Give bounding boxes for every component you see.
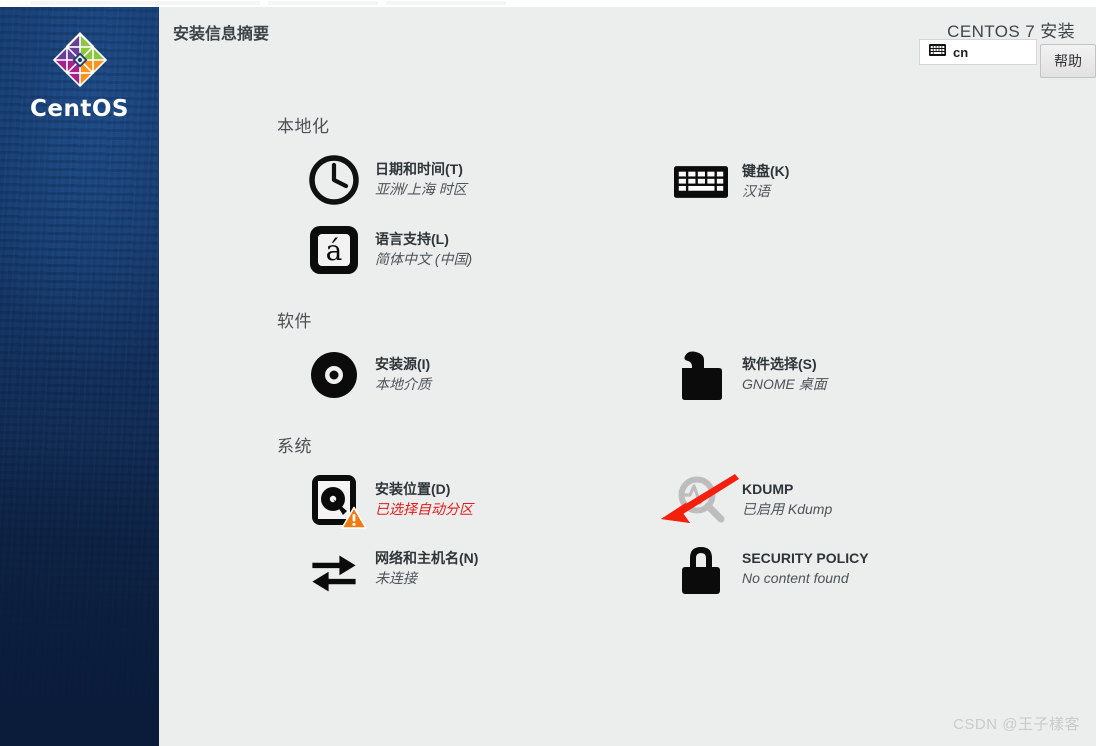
section-title-software: 软件 [277, 312, 312, 331]
page-title: 安装信息摘要 [173, 26, 270, 43]
spoke-text: 键盘(K) 汉语 [742, 155, 789, 202]
spoke-status: 汉语 [742, 183, 770, 200]
installation-summary-screen: CentOS 安装信息摘要 CENTOS 7 安装 cn 帮助 本地化 日期和时… [0, 0, 1096, 746]
spoke-status-warning: 已选择自动分区 [375, 501, 473, 518]
spoke-name: 软件选择(S) [742, 356, 817, 372]
top-strip-ghost [268, 1, 378, 5]
harddisk-icon [307, 473, 367, 529]
clock-icon [307, 153, 361, 207]
spoke-kdump[interactable]: KDUMP 已启用 Kdump [674, 473, 832, 527]
sidebar-fade [0, 446, 159, 746]
spoke-status: 亚洲/上海 时区 [375, 181, 467, 198]
top-strip-ghost [386, 1, 506, 5]
network-arrows-icon [307, 542, 361, 596]
centos-logo-icon [49, 29, 111, 91]
spoke-text: 语言支持(L) 简体中文 (中国) [375, 223, 472, 270]
spoke-network-hostname[interactable]: 网络和主机名(N) 未连接 [307, 542, 478, 596]
disc-icon [307, 348, 361, 402]
spoke-text: 网络和主机名(N) 未连接 [375, 542, 478, 589]
spoke-name: SECURITY POLICY [742, 550, 869, 566]
spoke-status: 已启用 Kdump [742, 501, 833, 518]
spoke-text: 软件选择(S) GNOME 桌面 [742, 348, 827, 395]
centos-logo-text: CentOS [30, 96, 129, 122]
top-strip [0, 0, 1096, 7]
centos-branding: CentOS [0, 29, 159, 122]
spoke-status: No content found [742, 570, 849, 587]
spoke-status: 本地介质 [375, 376, 431, 393]
spoke-name: 安装源(I) [375, 356, 431, 372]
package-icon [674, 348, 728, 402]
header-controls: cn 帮助 [919, 39, 1096, 78]
section-title-system: 系统 [277, 437, 312, 456]
spoke-name: 日期和时间(T) [375, 161, 463, 177]
keyboard-icon [929, 43, 946, 61]
help-button[interactable]: 帮助 [1040, 44, 1096, 78]
keyboard-layout-label: cn [953, 44, 969, 60]
sidebar: CentOS [0, 7, 159, 746]
spoke-text: 安装位置(D) 已选择自动分区 [375, 473, 473, 520]
spoke-name: KDUMP [742, 481, 794, 497]
spoke-keyboard[interactable]: 键盘(K) 汉语 [674, 155, 789, 209]
spoke-installation-source[interactable]: 安装源(I) 本地介质 [307, 348, 431, 402]
spoke-name: 安装位置(D) [375, 481, 451, 497]
spoke-date-time[interactable]: 日期和时间(T) 亚洲/上海 时区 [307, 153, 467, 207]
spoke-status: GNOME 桌面 [742, 376, 827, 393]
watermark: CSDN @王子樣客 [953, 716, 1080, 733]
section-title-localization: 本地化 [277, 117, 330, 136]
top-strip-ghost [30, 1, 260, 5]
lock-icon [674, 542, 728, 596]
spoke-text: SECURITY POLICY No content found [742, 542, 869, 589]
spoke-text: 安装源(I) 本地介质 [375, 348, 431, 395]
spoke-status: 简体中文 (中国) [375, 251, 473, 268]
warning-triangle-icon [341, 506, 367, 530]
spoke-text: KDUMP 已启用 Kdump [742, 473, 832, 520]
keyboard-layout-indicator[interactable]: cn [919, 39, 1037, 65]
spoke-software-selection[interactable]: 软件选择(S) GNOME 桌面 [674, 348, 827, 402]
spoke-name: 键盘(K) [742, 163, 790, 179]
content-area: 安装信息摘要 CENTOS 7 安装 cn 帮助 本地化 日期和时间(T) 亚洲… [159, 7, 1096, 746]
spoke-status: 未连接 [375, 570, 417, 587]
spoke-security-policy[interactable]: SECURITY POLICY No content found [674, 542, 869, 596]
magnifier-waveform-icon [674, 473, 728, 527]
spoke-name: 网络和主机名(N) [375, 550, 479, 566]
language-icon: á [307, 223, 361, 277]
spoke-name: 语言支持(L) [375, 231, 449, 247]
svg-text:á: á [326, 234, 343, 267]
spoke-text: 日期和时间(T) 亚洲/上海 时区 [375, 153, 467, 200]
keyboard-icon [674, 155, 728, 209]
spoke-language-support[interactable]: á 语言支持(L) 简体中文 (中国) [307, 223, 472, 277]
spoke-installation-destination[interactable]: 安装位置(D) 已选择自动分区 [307, 473, 473, 529]
